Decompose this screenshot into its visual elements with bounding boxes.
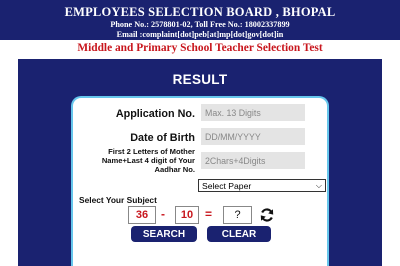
search-button[interactable]: SEARCH: [131, 226, 197, 242]
chevron-down-icon: ⌵: [315, 181, 322, 190]
subject-label: Select Your Subject: [79, 195, 157, 205]
application-no-placeholder: Max. 13 Digits: [205, 107, 261, 118]
dob-input[interactable]: DD/MM/YYYY: [201, 128, 305, 145]
org-title: EMPLOYEES SELECTION BOARD , BHOPAL: [64, 5, 336, 19]
captcha-equals: =: [205, 207, 213, 221]
dob-placeholder: DD/MM/YYYY: [205, 131, 261, 142]
subject-select-value: Select Paper: [202, 180, 252, 191]
application-no-label: Application No.: [115, 108, 195, 120]
result-heading: RESULT: [172, 72, 228, 87]
refresh-icon[interactable]: [259, 207, 275, 223]
result-panel: RESULT Application No. Max. 13 Digits Da…: [18, 59, 382, 266]
captcha-answer-input[interactable]: ?: [223, 206, 252, 224]
application-no-input[interactable]: Max. 13 Digits: [201, 104, 305, 121]
aadhar-placeholder: 2Chars+4Digits: [205, 155, 266, 166]
dob-label: Date of Birth: [130, 132, 195, 144]
header-banner: EMPLOYEES SELECTION BOARD , BHOPAL Phone…: [0, 0, 400, 40]
captcha-operator: -: [161, 207, 165, 221]
exam-title: Middle and Primary School Teacher Select…: [77, 42, 323, 54]
result-form: Application No. Max. 13 Digits Date of B…: [71, 96, 329, 266]
contact-phone: Phone No.: 2578801-02, Toll Free No.: 18…: [110, 20, 290, 29]
subject-select[interactable]: Select Paper ⌵: [198, 179, 326, 192]
aadhar-label: First 2 Letters of Mother Name+Last 4 di…: [101, 147, 195, 175]
clear-button[interactable]: CLEAR: [207, 226, 271, 242]
contact-email: Email :complaint[dot]peb[at]mp[dot]gov[d…: [116, 30, 284, 39]
captcha-operand-a: 36: [128, 206, 156, 224]
captcha-operand-b: 10: [175, 206, 199, 224]
aadhar-input[interactable]: 2Chars+4Digits: [201, 152, 305, 169]
